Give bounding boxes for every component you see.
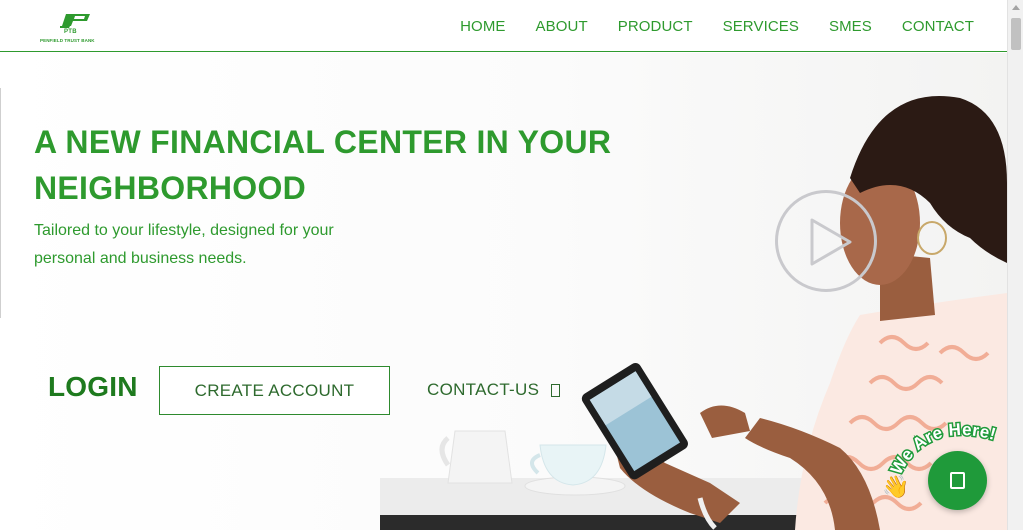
hero-section: A NEW FINANCIAL CENTER IN YOUR NEIGHBORH… — [0, 53, 1007, 530]
arrow-icon — [551, 383, 561, 397]
nav-smes[interactable]: SMES — [829, 18, 872, 35]
logo-abbr: PTB — [64, 29, 77, 35]
login-link[interactable]: LOGIN — [48, 371, 138, 403]
nav-services[interactable]: SERVICES — [723, 18, 799, 35]
contact-us-label: CONTACT-US — [427, 380, 540, 399]
chat-button[interactable] — [928, 451, 987, 510]
hero-subtext: Tailored to your lifestyle, designed for… — [34, 222, 334, 267]
bank-logo[interactable]: PTB PENFIELD TRUST BANK — [40, 14, 110, 48]
logo-mark-icon — [60, 14, 90, 28]
nav-contact[interactable]: CONTACT — [902, 18, 974, 35]
waving-hand-icon: 👋 — [882, 474, 910, 499]
logo-name: PENFIELD TRUST BANK — [40, 38, 95, 43]
chat-widget[interactable]: We Are Here! 👋 — [878, 418, 1008, 528]
main-nav: HOME ABOUT PRODUCT SERVICES SMES CONTACT — [430, 18, 974, 35]
site-header: PTB PENFIELD TRUST BANK HOME ABOUT PRODU… — [0, 0, 1007, 52]
page-scrollbar[interactable] — [1007, 0, 1023, 530]
nav-product[interactable]: PRODUCT — [618, 18, 693, 35]
scroll-up-icon[interactable] — [1012, 5, 1020, 10]
chat-icon — [950, 472, 965, 489]
play-video-button[interactable] — [775, 190, 877, 292]
nav-home[interactable]: HOME — [460, 18, 505, 35]
play-icon — [810, 218, 852, 266]
contact-us-link[interactable]: CONTACT-US — [427, 380, 561, 400]
create-account-button[interactable]: CREATE ACCOUNT — [159, 366, 390, 415]
scroll-thumb[interactable] — [1011, 18, 1021, 50]
nav-about[interactable]: ABOUT — [536, 18, 588, 35]
hero-headline: A NEW FINANCIAL CENTER IN YOUR NEIGHBORH… — [34, 124, 612, 206]
